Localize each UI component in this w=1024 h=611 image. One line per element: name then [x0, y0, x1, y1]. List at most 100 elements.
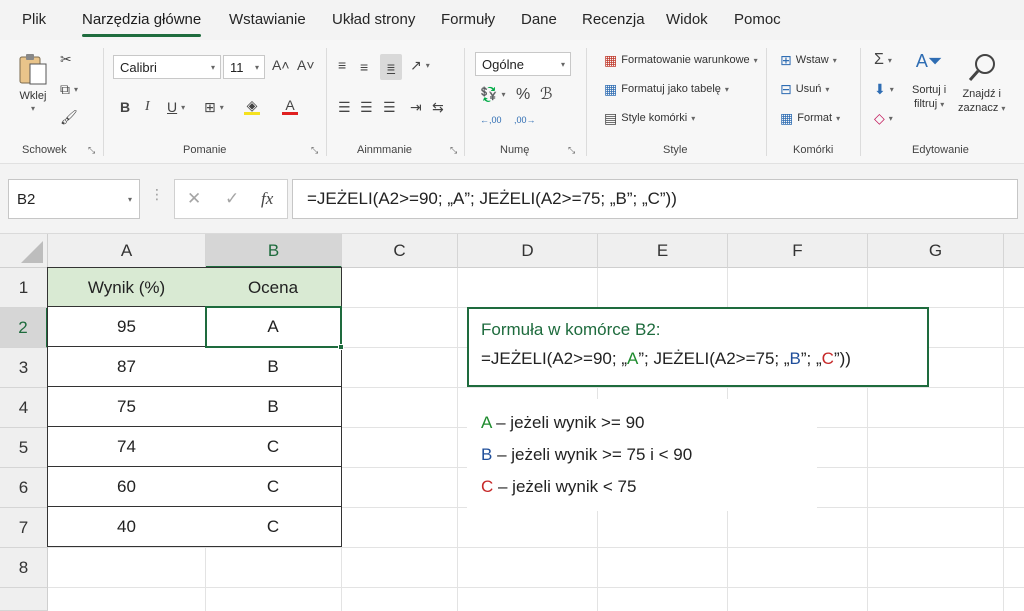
dialog-launcher-icon[interactable]: ⤡: [450, 145, 457, 156]
align-right-button[interactable]: ☰: [383, 100, 396, 114]
tab-plik[interactable]: Plik: [22, 11, 46, 28]
cell-a4[interactable]: 75: [47, 387, 206, 427]
tab-review[interactable]: Recenzja: [582, 11, 645, 28]
orientation-button[interactable]: ↗ ▾: [410, 58, 430, 72]
bold-button[interactable]: B: [120, 100, 130, 114]
column-header-g[interactable]: G: [868, 234, 1004, 268]
cell-a5[interactable]: 74: [47, 427, 206, 467]
cell-b3[interactable]: B: [205, 347, 342, 387]
format-as-table-button[interactable]: ▦ Formatuj jako tabelę ▾: [604, 82, 729, 96]
tab-formulas[interactable]: Formuły: [441, 11, 495, 28]
font-size-combo[interactable]: 11 ▾: [223, 55, 265, 79]
align-center-button[interactable]: ☰: [360, 100, 373, 114]
tab-insert[interactable]: Wstawianie: [229, 11, 306, 28]
tab-help[interactable]: Pomoc: [734, 11, 781, 28]
insert-cells-button[interactable]: ⊞ Wstaw ▾: [780, 53, 837, 67]
fill-button[interactable]: ⬇ ▾: [874, 82, 894, 96]
dialog-launcher-icon[interactable]: ⤡: [311, 145, 318, 156]
row-header-7[interactable]: 7: [0, 508, 48, 548]
cell-a1[interactable]: Wynik (%): [47, 267, 206, 307]
row-header-4[interactable]: 4: [0, 388, 48, 428]
cell-a6[interactable]: 60: [47, 467, 206, 507]
wrap-text-button[interactable]: ⇆: [432, 100, 444, 114]
cell-a7[interactable]: 40: [47, 507, 206, 547]
column-header-f[interactable]: F: [728, 234, 868, 268]
column-header-next[interactable]: [1004, 234, 1024, 268]
align-top-button[interactable]: ≡: [338, 58, 346, 72]
row-header-3[interactable]: 3: [0, 348, 48, 388]
format-cells-button[interactable]: ▦ Format ▾: [780, 111, 840, 125]
cell-b7[interactable]: C: [205, 507, 342, 547]
insert-cells-label: Wstaw: [795, 54, 829, 66]
formula-input[interactable]: =JEŻELI(A2>=90; „A”; JEŻELI(A2>=75; „B”;…: [292, 179, 1018, 219]
increase-decimal-button[interactable]: ←,00: [480, 116, 502, 125]
column-header-c[interactable]: C: [342, 234, 458, 268]
cell-b4[interactable]: B: [205, 387, 342, 427]
copy-button[interactable]: ⧉ ▾: [60, 82, 78, 96]
font-name-combo[interactable]: Calibri ▾: [113, 55, 221, 79]
tab-view[interactable]: Widok: [666, 11, 708, 28]
confirm-icon[interactable]: ✓: [225, 189, 239, 209]
row-header-5[interactable]: 5: [0, 428, 48, 468]
row-header-9[interactable]: [0, 588, 48, 611]
name-box[interactable]: B2 ▾: [8, 179, 140, 219]
number-format-value: Ogólne: [482, 57, 524, 72]
sort-filter-label: Sortuj i: [912, 84, 947, 96]
paste-button[interactable]: Wklej ▾: [16, 52, 50, 113]
autosum-button[interactable]: Σ ▾: [874, 52, 892, 68]
drag-handle-icon[interactable]: ⋮: [150, 186, 164, 203]
find-select-button[interactable]: Znajdź i zaznacz ▾: [958, 52, 1005, 114]
cell-a2[interactable]: 95: [47, 307, 206, 347]
copy-icon: ⧉: [60, 81, 70, 97]
font-color-button[interactable]: A: [282, 98, 298, 115]
align-left-button[interactable]: ☰: [338, 100, 351, 114]
active-tab-indicator: [82, 34, 201, 37]
delete-cells-button[interactable]: ⊟ Usuń ▾: [780, 82, 829, 96]
legend-line-b: B – jeżeli wynik >= 75 i < 90: [481, 439, 803, 471]
column-header-e[interactable]: E: [598, 234, 728, 268]
tab-page-layout[interactable]: Układ strony: [332, 11, 415, 28]
conditional-formatting-button[interactable]: ▦ Formatowanie warunkowe ▾: [604, 53, 758, 67]
italic-button[interactable]: I: [145, 100, 150, 114]
decrease-font-button[interactable]: A˅: [297, 58, 315, 72]
fill-color-button[interactable]: ◈: [244, 98, 260, 115]
cell-a3[interactable]: 87: [47, 347, 206, 387]
fill-handle[interactable]: [338, 344, 344, 350]
cancel-icon[interactable]: ✕: [187, 189, 201, 209]
indent-button[interactable]: ⇥: [410, 100, 422, 114]
dialog-launcher-icon[interactable]: ⤡: [88, 145, 95, 156]
row-header-2[interactable]: 2: [0, 308, 48, 348]
align-middle-button[interactable]: ≡: [360, 60, 368, 74]
tab-home[interactable]: Narzędzia główne: [82, 11, 201, 28]
decrease-decimal-button[interactable]: ,00→: [514, 116, 536, 125]
column-header-d[interactable]: D: [458, 234, 598, 268]
dialog-launcher-icon[interactable]: ⤡: [568, 145, 575, 156]
tab-data[interactable]: Dane: [521, 11, 557, 28]
cell-b1[interactable]: Ocena: [205, 267, 342, 307]
insert-function-icon[interactable]: fx: [261, 189, 273, 209]
comma-style-button[interactable]: ℬ: [540, 87, 553, 103]
cell-b6[interactable]: C: [205, 467, 342, 507]
column-header-a[interactable]: A: [48, 234, 206, 268]
underline-button[interactable]: U ▾: [167, 100, 185, 114]
clear-button[interactable]: ◇ ▾: [874, 111, 893, 125]
row-header-8[interactable]: 8: [0, 548, 48, 588]
sort-filter-label-2: filtruj ▾: [914, 98, 944, 110]
row-header-6[interactable]: 6: [0, 468, 48, 508]
cut-button[interactable]: ✂: [60, 52, 72, 66]
column-header-b[interactable]: B: [206, 234, 342, 268]
select-all-button[interactable]: [0, 234, 48, 268]
borders-button[interactable]: ⊞ ▾: [204, 100, 224, 114]
percent-button[interactable]: %: [516, 87, 530, 103]
worksheet-grid: A B C D E F G 1 2 3 4 5 6 7 8 Wynik (%) …: [0, 234, 1024, 611]
row-header-1[interactable]: 1: [0, 268, 48, 308]
cell-styles-button[interactable]: ▤ Style komórki ▾: [604, 111, 695, 125]
increase-font-button[interactable]: A˄: [272, 58, 290, 72]
chevron-down-icon: ▾: [753, 55, 758, 65]
cell-b5[interactable]: C: [205, 427, 342, 467]
sort-filter-button[interactable]: A⏷ Sortuj i filtruj ▾: [912, 52, 946, 110]
number-format-combo[interactable]: Ogólne ▾: [475, 52, 571, 76]
format-painter-button[interactable]: 🖌: [60, 110, 78, 124]
align-bottom-button[interactable]: ≡: [380, 54, 402, 80]
currency-button[interactable]: 💱 ▾: [480, 87, 505, 101]
